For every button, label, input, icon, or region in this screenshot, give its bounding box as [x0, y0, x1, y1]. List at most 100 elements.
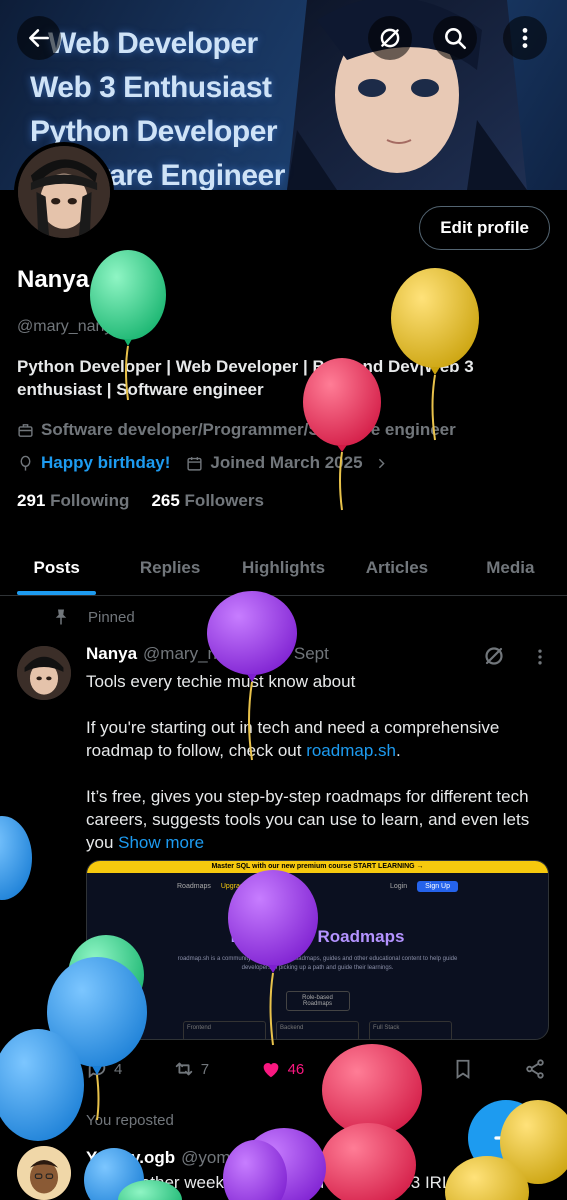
following-label: Following	[50, 491, 130, 510]
post-body: Just another week of telling you about W…	[86, 1173, 498, 1192]
share-icon	[526, 1059, 544, 1079]
profile-name: Nanya	[17, 266, 90, 293]
repost-icon	[175, 1062, 193, 1076]
media-promo-banner: Master SQL with our new premium course S…	[87, 861, 548, 873]
profession-row: Software developer/Programmer/Software e…	[17, 420, 456, 440]
like-count: 46	[287, 1060, 305, 1078]
reply-icon	[88, 1060, 106, 1079]
post-avatar[interactable]	[17, 646, 71, 700]
followers-stat[interactable]: 265 Followers	[151, 491, 263, 511]
balloon-yellow	[391, 268, 479, 441]
post-author-handle[interactable]: @mary_nanya	[143, 644, 254, 664]
post-paragraph: Tools every techie must know about	[86, 672, 356, 691]
repost-indicator: You reposted	[52, 1110, 174, 1130]
compose-button[interactable]	[468, 1100, 544, 1176]
post-header: Nanya @mary_nanya · 17 Sept	[86, 644, 329, 664]
avatar-image	[18, 146, 110, 238]
post-author-name[interactable]: Nanya	[86, 644, 137, 664]
show-more-link[interactable]: Show more	[118, 833, 204, 852]
post-more-icon[interactable]	[530, 646, 550, 668]
followers-label: Followers	[184, 491, 264, 510]
media-subtitle: roadmap.sh is a community effort to crea…	[177, 956, 458, 971]
post-author-handle[interactable]: @yom...	[181, 1148, 245, 1168]
following-count: 291	[17, 491, 46, 510]
repost-label: You reposted	[86, 1111, 174, 1129]
search-button[interactable]	[433, 16, 477, 60]
media-button: Role-based Roadmaps	[285, 991, 350, 1011]
post-header: Yomsy.ogb @yom...	[86, 1148, 245, 1168]
edit-profile-button[interactable]: Edit profile	[419, 206, 550, 250]
post-body: Tools every techie must know about If yo…	[86, 670, 546, 877]
heart-icon	[263, 1063, 278, 1078]
bookmark-action[interactable]	[452, 1058, 474, 1080]
profile-tabs: Posts Replies Highlights Articles Media	[0, 540, 567, 596]
media-title: Developer Roadmaps	[230, 927, 405, 946]
banner-line: Web Developer	[48, 27, 258, 60]
media-nav-item: Login	[389, 882, 408, 890]
post-paragraph: It’s free, gives you step-by-step roadma…	[86, 785, 546, 854]
search-icon	[445, 28, 467, 50]
media-box: Full Stack	[369, 1021, 452, 1039]
avatar-image	[17, 1146, 71, 1200]
more-vertical-icon	[522, 28, 528, 48]
like-action[interactable]: 46	[260, 1058, 305, 1080]
tab-posts[interactable]: Posts	[0, 540, 113, 595]
post-author-name[interactable]: Yomsy.ogb	[86, 1148, 175, 1168]
grok-icon	[380, 28, 400, 48]
media-box: Frontend	[183, 1021, 266, 1039]
avatar-image	[17, 646, 71, 700]
roadmap-link[interactable]: roadmap.sh	[306, 741, 396, 760]
profile-handle: @mary_nanya	[17, 318, 122, 335]
media-boxes: Frontend Backend Full Stack	[87, 1011, 548, 1039]
tab-media[interactable]: Media	[454, 540, 567, 595]
post-text-span: .	[395, 741, 401, 760]
following-stat[interactable]: 291 Following	[17, 491, 129, 511]
media-promo-text: Master SQL with our new premium course	[211, 863, 352, 870]
post-text-span: If you're starting out in tech and need …	[86, 718, 500, 760]
birthday-link[interactable]: Happy birthday!	[41, 453, 170, 473]
post-media-image[interactable]: Master SQL with our new premium course S…	[86, 860, 549, 1040]
back-arrow-icon	[29, 29, 49, 47]
tab-replies[interactable]: Replies	[113, 540, 226, 595]
repost-count: 7	[200, 1060, 210, 1078]
back-button[interactable]	[17, 16, 61, 60]
profile-bio: Python Developer | Web Developer | Backe…	[17, 357, 474, 399]
post-avatar[interactable]	[17, 1146, 71, 1200]
pinned-indicator: Pinned	[52, 608, 135, 626]
media-box: Backend	[276, 1021, 359, 1039]
pinned-label: Pinned	[88, 608, 135, 626]
more-button[interactable]	[503, 16, 547, 60]
post-actions: 4 7 46 3K	[86, 1058, 546, 1080]
bookmark-icon	[456, 1059, 469, 1079]
balloon-icon	[20, 455, 31, 471]
tab-articles[interactable]: Articles	[340, 540, 453, 595]
birthday-joined-row: Happy birthday! Joined March 2025	[17, 453, 397, 473]
repost-icon	[54, 1114, 70, 1126]
media-nav: Roadmaps Upgrade to Pro Login Sign Up	[87, 873, 548, 899]
post-date: · 17 Sept	[259, 644, 329, 663]
views-action[interactable]: 3K	[355, 1058, 401, 1080]
media-nav-item: Upgrade to Pro	[220, 882, 269, 890]
repost-action[interactable]: 7	[173, 1058, 209, 1080]
chevron-right-icon[interactable]	[373, 455, 390, 472]
follow-stats: 291 Following 265 Followers	[17, 491, 264, 511]
plus-icon	[494, 1126, 518, 1150]
media-promo-cta: START LEARNING →	[353, 863, 424, 870]
grok-icon[interactable]	[482, 644, 506, 668]
followers-count: 265	[151, 491, 180, 510]
media-nav-item: Roadmaps	[177, 882, 211, 890]
profile-avatar[interactable]	[14, 142, 114, 242]
briefcase-icon	[18, 423, 33, 437]
joined-text: Joined March 2025	[210, 453, 363, 472]
reply-count: 4	[114, 1060, 123, 1078]
banner-line: Web 3 Enthusiast	[30, 71, 272, 104]
grok-button[interactable]	[368, 16, 412, 60]
post-paragraph: If you're starting out in tech and need …	[86, 716, 546, 762]
balloon-blue	[0, 816, 32, 900]
tab-highlights[interactable]: Highlights	[227, 540, 340, 595]
views-icon	[358, 1062, 374, 1078]
pin-icon	[55, 609, 67, 625]
reply-action[interactable]: 4	[86, 1058, 122, 1080]
share-action[interactable]	[524, 1058, 546, 1080]
calendar-icon	[187, 456, 202, 471]
